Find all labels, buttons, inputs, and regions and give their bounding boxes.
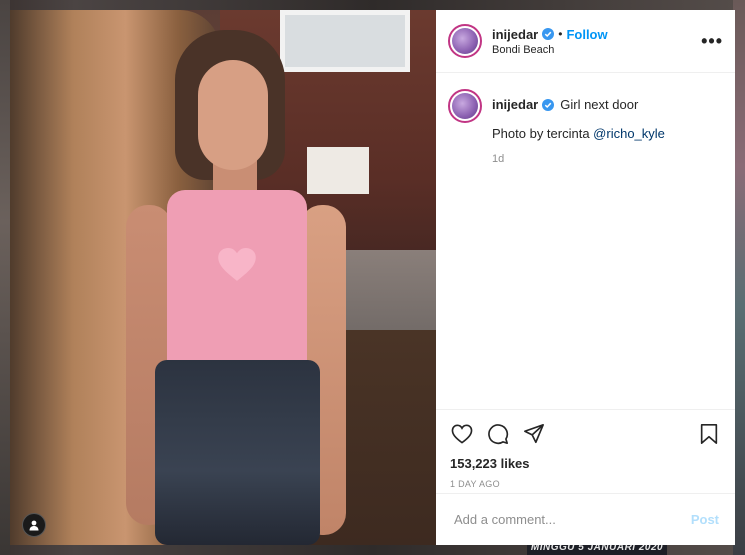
face: [198, 60, 268, 170]
heart-icon: [451, 424, 473, 444]
likes-count[interactable]: 153,223 likes: [450, 456, 721, 471]
user-tag-icon: [29, 520, 39, 531]
post-timestamp: 1 DAY AGO: [450, 479, 500, 489]
bookmark-icon: [700, 424, 718, 444]
credit-prefix: Photo by tercinta: [492, 126, 594, 141]
mention-link[interactable]: @richo_kyle: [593, 126, 665, 141]
share-button[interactable]: [522, 422, 546, 446]
location-link[interactable]: Bondi Beach: [492, 44, 608, 56]
action-icons: [450, 418, 721, 450]
follow-button[interactable]: Follow: [566, 27, 607, 42]
caption-avatar[interactable]: [448, 89, 482, 123]
save-button[interactable]: [697, 422, 721, 446]
comment-button[interactable]: [486, 422, 510, 446]
post-photo[interactable]: [10, 10, 436, 545]
denim-shorts: [155, 360, 320, 545]
caption-area: inijedar Girl next door Photo by tercint…: [436, 73, 735, 409]
heart-sticker-icon: [218, 248, 256, 281]
avatar[interactable]: [448, 24, 482, 58]
caption-text: Girl next door: [560, 97, 639, 112]
actions-area: 153,223 likes 1 DAY AGO: [436, 409, 735, 493]
caption-age: 1d: [492, 153, 505, 165]
verified-badge-icon: [542, 98, 555, 111]
post-modal: inijedar • Follow Bondi Beach ••• inijed…: [10, 10, 735, 545]
post-sidebar: inijedar • Follow Bondi Beach ••• inijed…: [436, 10, 735, 545]
post-comment-button[interactable]: Post: [691, 512, 719, 527]
photo-credit: Photo by tercinta @richo_kyle: [492, 126, 665, 141]
person-figure: [120, 30, 350, 545]
share-icon: [524, 424, 544, 444]
post-header: inijedar • Follow Bondi Beach •••: [436, 10, 735, 73]
separator-dot: •: [558, 27, 563, 41]
more-options-icon[interactable]: •••: [701, 31, 723, 52]
caption-username[interactable]: inijedar: [492, 97, 538, 112]
comment-input[interactable]: [452, 511, 691, 528]
comment-icon: [488, 424, 509, 445]
username-link[interactable]: inijedar: [492, 27, 538, 42]
feed-left-edge: [0, 0, 10, 555]
like-button[interactable]: [450, 422, 474, 446]
comment-box: Post: [436, 493, 735, 545]
user-tag-button[interactable]: [22, 513, 46, 537]
verified-badge-icon: [542, 28, 555, 40]
